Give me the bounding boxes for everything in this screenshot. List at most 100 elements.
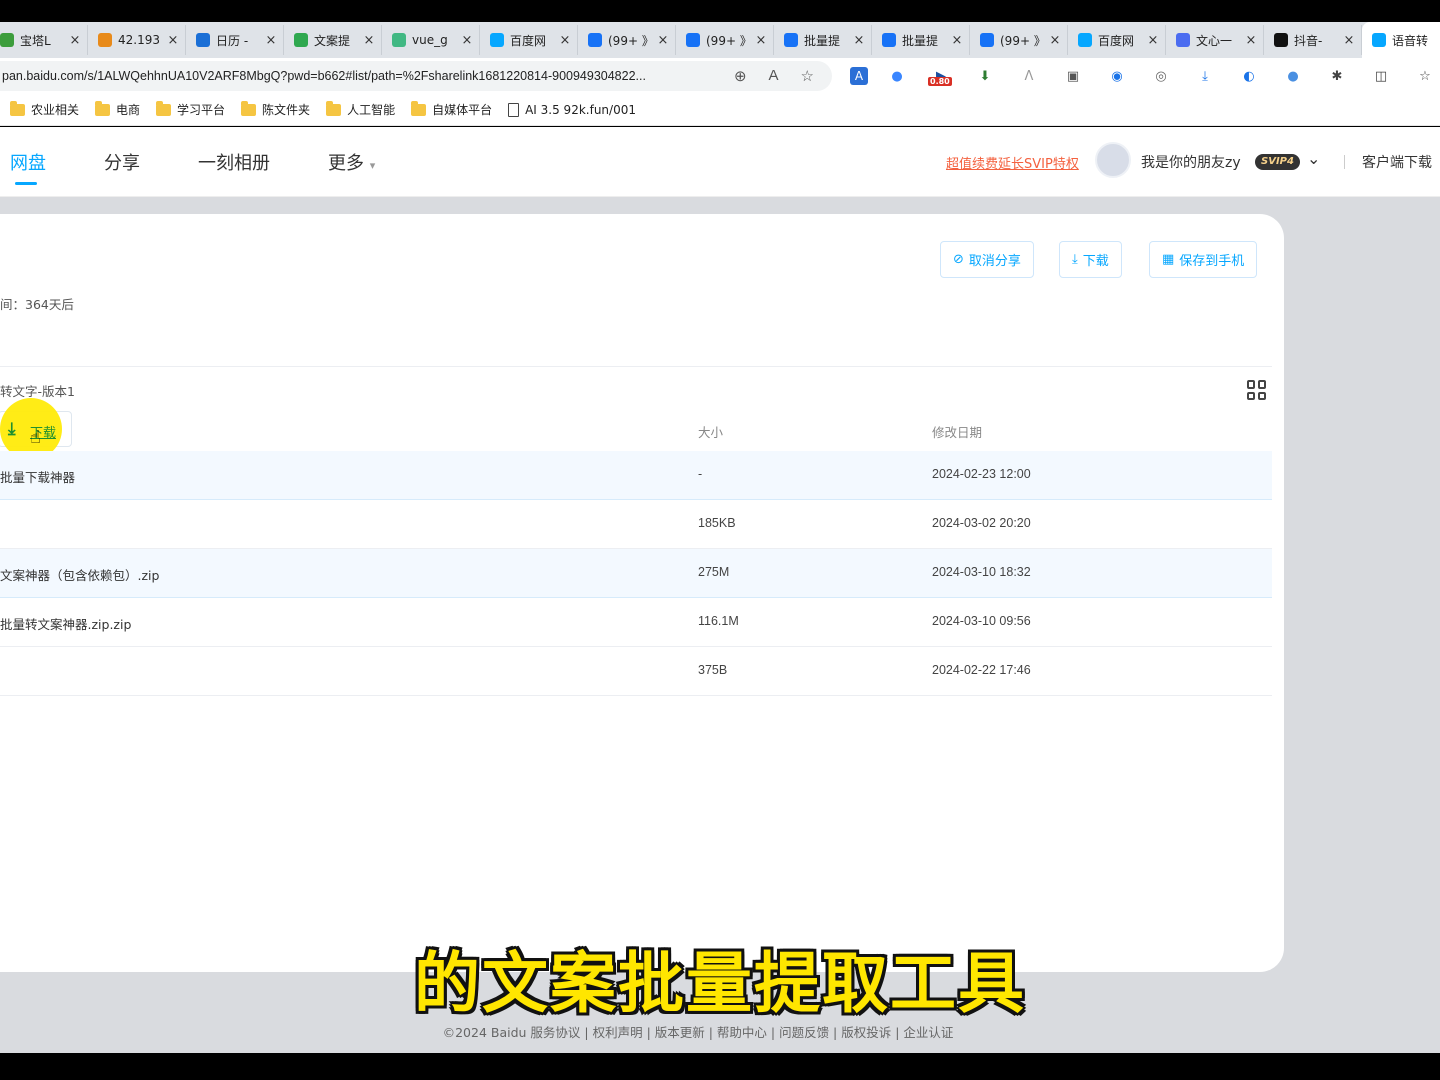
close-tab-icon[interactable]: × — [363, 33, 375, 48]
browser-tab[interactable]: 百度网 × — [480, 25, 578, 55]
download-helper-icon[interactable]: ⬇ — [970, 65, 1000, 87]
column-header-date[interactable]: 修改日期 — [932, 422, 982, 441]
browser-tab[interactable]: 文心一 × — [1166, 25, 1264, 55]
browser-tab[interactable]: 批量提 × — [774, 25, 872, 55]
bookmark-label: 电商 — [116, 103, 141, 117]
bookmark-folder[interactable]: 人工智能 — [326, 100, 396, 118]
eye-extension-icon[interactable]: ◎ — [1146, 65, 1176, 87]
bookmark-page[interactable]: AI 3.5 92k.fun/001 — [508, 102, 636, 117]
close-tab-icon[interactable]: × — [167, 33, 179, 48]
close-tab-icon[interactable]: × — [559, 33, 571, 48]
bookmark-folder[interactable]: 农业相关 — [10, 100, 79, 118]
badge-extension-icon[interactable]: ▶ 0.80 — [926, 65, 956, 87]
edge-extension-icon[interactable]: ◐ — [1234, 65, 1264, 87]
table-row[interactable]: 375B 2024-02-22 17:46 — [0, 647, 1272, 696]
browser-tab[interactable]: 语音转 — [1362, 22, 1440, 58]
close-tab-icon[interactable]: × — [1245, 33, 1257, 48]
browser-tab[interactable]: vue_g × — [382, 25, 480, 55]
address-bar[interactable]: pan.baidu.com/s/1ALWQehhnUA10V2ARF8MbgQ?… — [0, 61, 832, 91]
globe-extension-icon[interactable]: ● — [1278, 65, 1308, 87]
close-tab-icon[interactable]: × — [1343, 33, 1355, 48]
browser-tab[interactable]: 抖音- × — [1264, 25, 1362, 55]
table-row[interactable]: 批量下载神器 - 2024-02-23 12:00 — [0, 451, 1272, 500]
file-name[interactable]: 批量下载神器 — [0, 467, 75, 486]
tab-favicon-icon — [392, 33, 406, 47]
svip-promo-link[interactable]: 超值续费延长SVIP特权 — [946, 153, 1079, 172]
close-tab-icon[interactable]: × — [1147, 33, 1159, 48]
cancel-share-label: 取消分享 — [968, 254, 1021, 269]
chevron-down-icon[interactable]: ⌄ — [1307, 149, 1320, 168]
tab-favicon-icon — [490, 33, 504, 47]
close-tab-icon[interactable]: × — [853, 33, 865, 48]
tab-favicon-icon — [98, 33, 112, 47]
nav-share[interactable]: 分享 — [104, 149, 140, 175]
client-download-link[interactable]: 客户端下载 — [1362, 152, 1432, 172]
extensions-icon[interactable]: ✱ — [1322, 65, 1352, 87]
browser-tab[interactable]: 百度网 × — [1068, 25, 1166, 55]
close-tab-icon[interactable]: × — [755, 33, 767, 48]
browser-tab[interactable]: 宝塔L × — [0, 25, 88, 55]
close-tab-icon[interactable]: × — [265, 33, 277, 48]
tab-favicon-icon — [588, 33, 602, 47]
browser-tab[interactable]: (99+ 》 × — [676, 25, 774, 55]
close-tab-icon[interactable]: × — [951, 33, 963, 48]
browser-tab[interactable]: 文案提 × — [284, 25, 382, 55]
extension-badge: 0.80 — [928, 77, 952, 86]
grid-view-icon[interactable] — [1247, 380, 1267, 400]
table-row[interactable]: 185KB 2024-03-02 20:20 — [0, 500, 1272, 549]
bookmark-folder[interactable]: 自媒体平台 — [411, 100, 492, 118]
bookmark-label: 陈文件夹 — [262, 103, 311, 117]
browser-tab[interactable]: 批量提 × — [872, 25, 970, 55]
table-row[interactable]: 文案神器（包含依赖包）.zip 275M 2024-03-10 18:32 — [0, 549, 1272, 598]
download-button[interactable]: ⤓ 下载 — [1059, 241, 1122, 278]
browser-tab[interactable]: 日历 - × — [186, 25, 284, 55]
close-tab-icon[interactable]: × — [461, 33, 473, 48]
save-to-phone-button[interactable]: ▦ 保存到手机 — [1149, 241, 1258, 278]
hand-cursor-icon: ☝ — [30, 427, 41, 448]
tab-label: 日历 - — [216, 33, 249, 48]
close-tab-icon[interactable]: × — [69, 33, 81, 48]
bookmark-folder[interactable]: 电商 — [95, 100, 141, 118]
favorites-icon[interactable]: ☆ — [1410, 65, 1440, 87]
browser-tab[interactable]: 42.193 × — [88, 25, 186, 55]
breadcrumb[interactable]: 转文字-版本1 — [0, 381, 75, 400]
read-aloud-icon[interactable]: A — [769, 67, 779, 85]
browser-tab[interactable]: (99+ 》 × — [970, 25, 1068, 55]
tab-favicon-icon — [1176, 33, 1190, 47]
favorite-star-icon[interactable]: ☆ — [801, 67, 814, 85]
nav-more[interactable]: 更多 ▾ — [328, 149, 375, 175]
split-screen-icon[interactable]: ◫ — [1366, 65, 1396, 87]
bookmark-label: AI 3.5 92k.fun/001 — [525, 102, 636, 117]
close-tab-icon[interactable]: × — [1049, 33, 1061, 48]
file-name[interactable]: 批量转文案神器.zip.zip — [0, 614, 131, 633]
file-name[interactable]: 文案神器（包含依赖包）.zip — [0, 565, 159, 584]
file-date: 2024-03-10 18:32 — [932, 565, 1031, 579]
zoom-icon[interactable]: ⊕ — [734, 67, 747, 85]
url-text[interactable]: pan.baidu.com/s/1ALWQehhnUA10V2ARF8MbgQ?… — [2, 69, 724, 83]
browser-tab[interactable]: (99+ 》 × — [578, 25, 676, 55]
translate-extension-icon[interactable]: A — [850, 67, 868, 85]
bookmark-folder[interactable]: 陈文件夹 — [241, 100, 311, 118]
blue-extension-icon[interactable]: ◉ — [1102, 65, 1132, 87]
puzzle-extension-icon[interactable]: ▣ — [1058, 65, 1088, 87]
username[interactable]: 我是你的朋友zy — [1141, 152, 1241, 172]
bookmark-label: 人工智能 — [347, 103, 396, 117]
column-header-size[interactable]: 大小 — [698, 422, 723, 441]
tab-label: (99+ 》 — [608, 33, 651, 48]
nav-album[interactable]: 一刻相册 — [198, 149, 270, 175]
cancel-share-button[interactable]: ⊘ 取消分享 — [940, 241, 1034, 278]
tab-label: (99+ 》 — [706, 33, 749, 48]
ai-extension-icon[interactable]: Λ — [1014, 65, 1044, 87]
caret-down-icon: ▾ — [369, 159, 376, 172]
nav-netdisk[interactable]: 网盘 — [10, 149, 46, 175]
bookmark-folder[interactable]: 学习平台 — [156, 100, 225, 118]
video-extension-icon[interactable]: ● — [882, 65, 912, 87]
table-row[interactable]: 批量转文案神器.zip.zip 116.1M 2024-03-10 09:56 — [0, 598, 1272, 647]
close-tab-icon[interactable]: × — [657, 33, 669, 48]
vip-badge: SVIP4 — [1255, 154, 1300, 170]
tab-label: 批量提 — [902, 33, 939, 48]
file-size: 275M — [698, 565, 730, 579]
tab-favicon-icon — [196, 33, 210, 47]
downloads-icon[interactable]: ⤓ — [1190, 65, 1220, 87]
avatar[interactable] — [1095, 142, 1131, 178]
